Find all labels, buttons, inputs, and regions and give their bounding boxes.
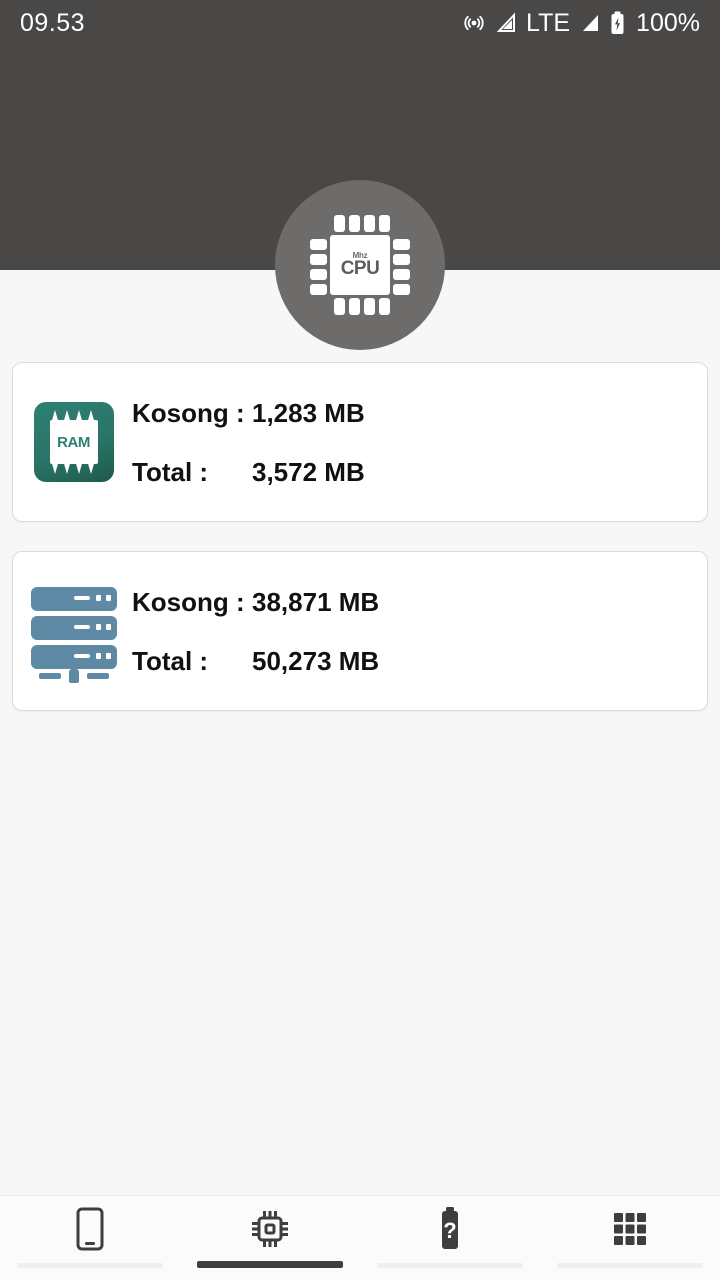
nav-tab-cpu[interactable] — [180, 1196, 360, 1280]
storage-info-card[interactable]: Kosong : 38,871 MB Total : 50,273 MB — [12, 551, 708, 711]
cpu-chip-graphic: Mhz CPU — [310, 215, 410, 315]
nav-indicator-cpu — [197, 1261, 343, 1268]
nav-tab-battery[interactable]: ? — [360, 1196, 540, 1280]
nav-indicator-apps — [557, 1263, 703, 1268]
ram-icon-label: RAM — [57, 433, 90, 451]
storage-values: Kosong : 38,871 MB Total : 50,273 MB — [132, 585, 379, 677]
cpu-core-face: Mhz CPU — [330, 235, 390, 295]
status-bar-indicators: LTE 100% — [462, 9, 700, 38]
signal-icon-2 — [579, 12, 601, 34]
storage-total-value: 50,273 MB — [252, 646, 380, 676]
cpu-label: CPU — [340, 257, 380, 279]
ram-free-row: Kosong : 1,283 MB — [132, 398, 365, 429]
app-root: 09.53 LTE 100% Mhz CPU RAM Kosong: 1,28… — [0, 0, 720, 1280]
phone-icon — [70, 1206, 110, 1252]
ram-info-card[interactable]: RAM Kosong : 1,283 MB Total : 3,572 MB — [12, 362, 708, 522]
battery-question-icon: ? — [433, 1205, 467, 1253]
storage-free-label: Kosong : — [132, 587, 245, 617]
hotspot-icon — [462, 11, 486, 35]
signal-icon-1 — [495, 12, 517, 34]
storage-total-row: Total : 50,273 MB — [132, 646, 379, 677]
status-bar: 09.53 LTE 100% — [0, 0, 720, 46]
status-bar-time: 09.53 — [20, 8, 86, 37]
ram-total-value: 3,572 MB — [252, 457, 365, 487]
ram-total-row: Total : 3,572 MB — [132, 457, 365, 488]
ram-chip-icon: RAM — [31, 392, 116, 492]
ram-free-label: Kosong : — [132, 398, 245, 428]
bottom-navigation-bar: ? — [0, 1195, 720, 1280]
svg-text:?: ? — [443, 1218, 456, 1243]
cpu-icon: Mhz CPU — [275, 180, 445, 350]
battery-charging-icon — [610, 11, 625, 35]
battery-percent-label: 100% — [636, 8, 700, 37]
nav-tab-device[interactable] — [0, 1196, 180, 1280]
apps-grid-icon — [608, 1207, 652, 1251]
ram-free-value: 1,283 MB — [252, 398, 365, 428]
nav-tab-apps[interactable] — [540, 1196, 720, 1280]
nav-indicator-device — [17, 1263, 163, 1268]
storage-free-row: Kosong : 38,871 MB — [132, 587, 379, 618]
ram-total-label: Total : — [132, 457, 209, 487]
nav-indicator-battery — [377, 1263, 523, 1268]
storage-total-label: Total : — [132, 646, 209, 676]
storage-free-value: 38,871 MB — [252, 587, 380, 617]
cpu-chip-icon — [247, 1206, 293, 1252]
network-type-label: LTE — [526, 8, 571, 37]
server-storage-icon — [31, 581, 117, 683]
ram-values: Kosong : 1,283 MB Total : 3,572 MB — [132, 396, 365, 488]
